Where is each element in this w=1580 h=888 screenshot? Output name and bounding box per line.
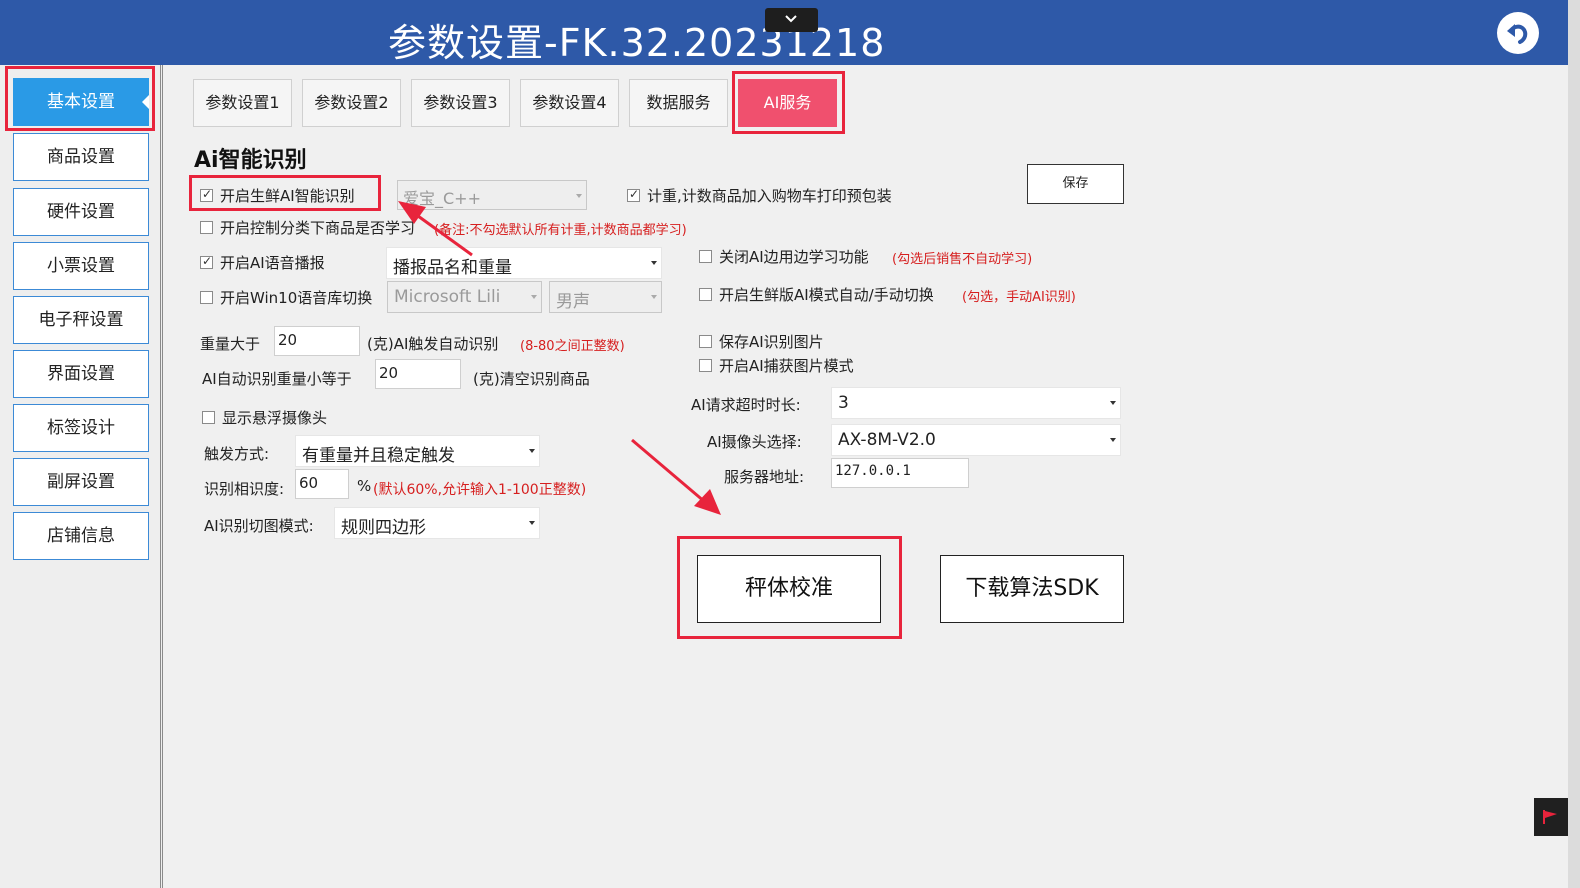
arrow-head-bottom	[694, 489, 721, 515]
annotation-arrows	[398, 201, 721, 515]
flag-button[interactable]	[1534, 798, 1568, 836]
arrow-line-top	[417, 214, 473, 257]
flag-icon	[1543, 810, 1557, 824]
arrow-line-bottom	[631, 438, 706, 504]
